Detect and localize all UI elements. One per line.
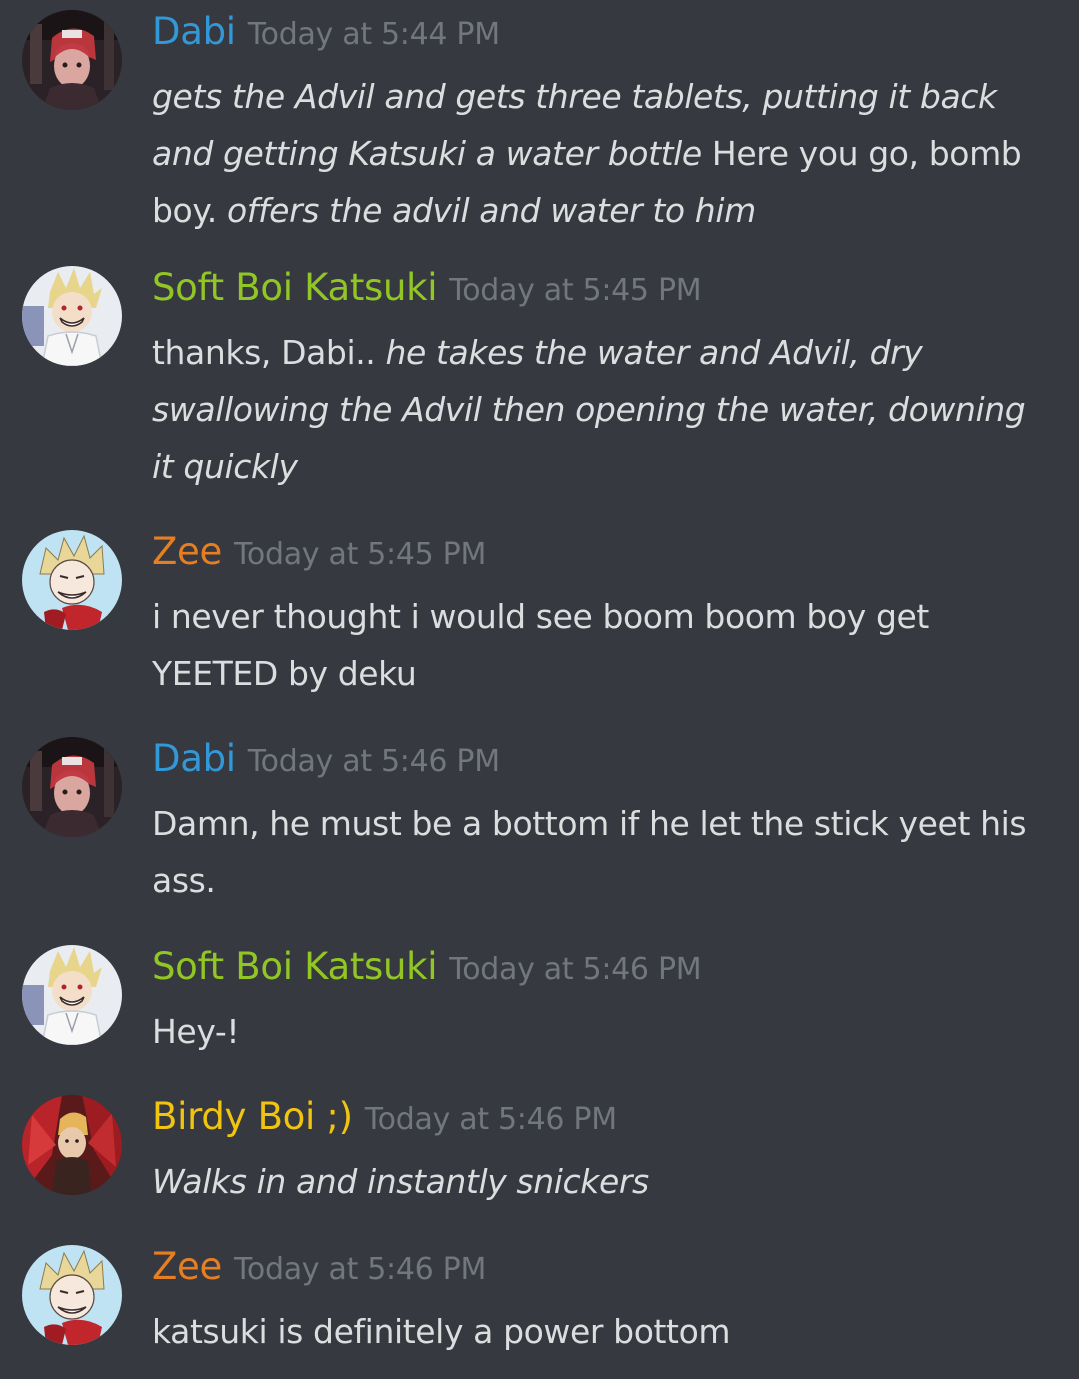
dabi-avatar-icon[interactable] bbox=[22, 10, 122, 110]
action-text: Walks in and instantly snickers bbox=[152, 1162, 649, 1201]
username[interactable]: Zee bbox=[152, 530, 222, 573]
username[interactable]: Birdy Boi ;) bbox=[152, 1095, 353, 1138]
timestamp: Today at 5:46 PM bbox=[449, 952, 702, 987]
message-header: Soft Boi Katsuki Today at 5:45 PM bbox=[152, 262, 702, 314]
username[interactable]: Soft Boi Katsuki bbox=[152, 266, 438, 309]
message-header: Soft Boi Katsuki Today at 5:46 PM bbox=[152, 941, 702, 993]
action-text: offers the advil and water to him bbox=[226, 191, 756, 230]
timestamp: Today at 5:45 PM bbox=[449, 273, 702, 308]
message-content: Walks in and instantly snickers bbox=[152, 1153, 1052, 1210]
spoken-text: katsuki is definitely a power bottom bbox=[152, 1312, 731, 1351]
spoken-text: thanks, Dabi.. bbox=[152, 333, 386, 372]
message-header: Dabi Today at 5:46 PM bbox=[152, 733, 500, 785]
spoken-text: i never thought i would see boom boom bo… bbox=[152, 597, 929, 693]
message-content: thanks, Dabi.. he takes the water and Ad… bbox=[152, 324, 1052, 495]
username[interactable]: Dabi bbox=[152, 737, 236, 780]
dabi-avatar-icon[interactable] bbox=[22, 737, 122, 837]
timestamp: Today at 5:46 PM bbox=[233, 1252, 487, 1287]
timestamp: Today at 5:44 PM bbox=[247, 17, 500, 52]
spoken-text: Hey-! bbox=[152, 1012, 240, 1051]
zee-avatar-icon[interactable] bbox=[22, 530, 122, 630]
message-header: Zee Today at 5:46 PM bbox=[152, 1241, 486, 1293]
message-content: i never thought i would see boom boom bo… bbox=[152, 588, 1052, 702]
zee-avatar-icon[interactable] bbox=[22, 1245, 122, 1345]
chat-messages: Dabi Today at 5:44 PM gets the Advil and … bbox=[0, 0, 1079, 1379]
message-header: Zee Today at 5:45 PM bbox=[152, 526, 486, 578]
message-content: Damn, he must be a bottom if he let the … bbox=[152, 795, 1052, 909]
message-header: Birdy Boi ;) Today at 5:46 PM bbox=[152, 1091, 617, 1143]
spoken-text: Damn, he must be a bottom if he let the … bbox=[152, 804, 1027, 900]
username[interactable]: Soft Boi Katsuki bbox=[152, 945, 438, 988]
message-content: katsuki is definitely a power bottom bbox=[152, 1303, 1052, 1360]
username[interactable]: Zee bbox=[152, 1245, 222, 1288]
message-content: Hey-! bbox=[152, 1003, 1052, 1060]
timestamp: Today at 5:46 PM bbox=[247, 744, 500, 779]
birdy-avatar-icon[interactable] bbox=[22, 1095, 122, 1195]
katsuki-avatar-icon[interactable] bbox=[22, 266, 122, 366]
katsuki-avatar-icon[interactable] bbox=[22, 945, 122, 1045]
message-content: gets the Advil and gets three tablets, p… bbox=[152, 68, 1052, 239]
timestamp: Today at 5:46 PM bbox=[364, 1102, 617, 1137]
timestamp: Today at 5:45 PM bbox=[233, 537, 487, 572]
message-header: Dabi Today at 5:44 PM bbox=[152, 6, 500, 58]
username[interactable]: Dabi bbox=[152, 10, 236, 53]
